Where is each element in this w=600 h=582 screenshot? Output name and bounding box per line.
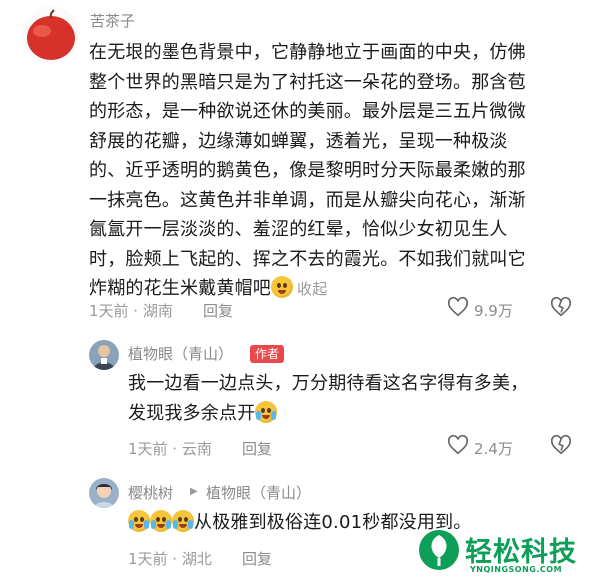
comment-meta: 1天前 · 湖南 [89,302,173,320]
reply-line: 我一边看一边点头，万分期待看这名字得有多美， [128,373,529,394]
comment-line: 舒展的花瓣，边缘薄如蝉翼，透着光，呈现一种极淡 [89,130,508,152]
comment-line: 一抹亮色。这黄色并非单调，而是从瓣尖向花心，渐渐 [89,189,526,211]
comment-line: 整个世界的黑暗只是为了衬托这一朵花的登场。那含苞 [89,71,526,93]
reply-avatar[interactable] [89,478,119,508]
apple-avatar-icon [22,6,80,64]
comment-line: 的形态，是一种欲说还休的美丽。最外层是三五片微微 [89,101,526,122]
comment-line: 时，脸颊上飞起的、挥之不去的霞光。不如我们就叫它 [89,248,526,270]
author-badge: 作者 [250,343,285,363]
crying-laughing-emoji-icon [128,510,150,532]
username[interactable]: 苦茶子 [90,10,135,31]
reply-username[interactable]: 樱桃树 [128,482,173,503]
comment-line: 氤氲开一层淡淡的、羞涩的红晕，恰似少女初见生人 [89,219,508,240]
like-count: 2.4万 [474,440,513,458]
reply-button[interactable]: 回复 [242,438,272,459]
reply-line-last: 发现我多余点开 [128,399,588,429]
reply-avatar[interactable] [89,340,119,370]
like-button[interactable] [447,434,469,460]
crying-laughing-emoji-icon [150,510,172,532]
crying-laughing-emoji-icon [172,510,194,532]
broken-heart-icon [550,296,572,317]
reply-line: 发现我多余点开 [128,402,256,424]
reply-arrow-icon: ▶ [190,486,198,497]
watermark-subtitle: YNQINGSONG.COM [470,565,563,574]
comment-line: 的、近乎透明的鹅黄色，像是黎明时分天际最柔嫩的那 [89,160,526,181]
like-button[interactable] [447,296,469,322]
heart-icon [447,296,469,317]
reply-button[interactable]: 回复 [203,300,233,321]
reply-meta: 1天前 · 湖北 [128,550,212,568]
broken-heart-icon [550,434,572,455]
crying-laughing-emoji-icon [255,400,278,423]
reply-to-username[interactable]: 植物眼（青山） [206,482,311,503]
avatar[interactable] [22,6,80,64]
author-avatar-icon [89,340,119,370]
watermark-title: 轻松科技 [465,537,577,568]
like-count: 9.9万 [474,302,513,320]
dislike-button[interactable] [550,434,572,460]
dislike-button[interactable] [550,296,572,322]
watermark-logo-icon [417,528,461,572]
comment-body: 在无垠的墨色背景中，它静静地立于画面的中央，仿佛 整个世界的黑暗只是为了衬托这一… [89,38,594,305]
comment-line: 炸糊的花生米戴黄帽吧 [89,278,271,299]
reply-body: 我一边看一边点头，万分期待看这名字得有多美， 发现我多余点开 [128,369,588,428]
heart-icon [447,434,469,455]
comment-line: 在无垠的墨色背景中，它静静地立于画面的中央，仿佛 [89,42,526,63]
user-avatar-icon [89,478,119,508]
reply-meta: 1天前 · 云南 [128,440,212,458]
reply-button[interactable]: 回复 [242,548,272,569]
reply-username[interactable]: 植物眼（青山） [128,343,233,364]
collapse-button[interactable]: 收起 [297,280,327,298]
laughing-emoji-icon [271,276,293,298]
